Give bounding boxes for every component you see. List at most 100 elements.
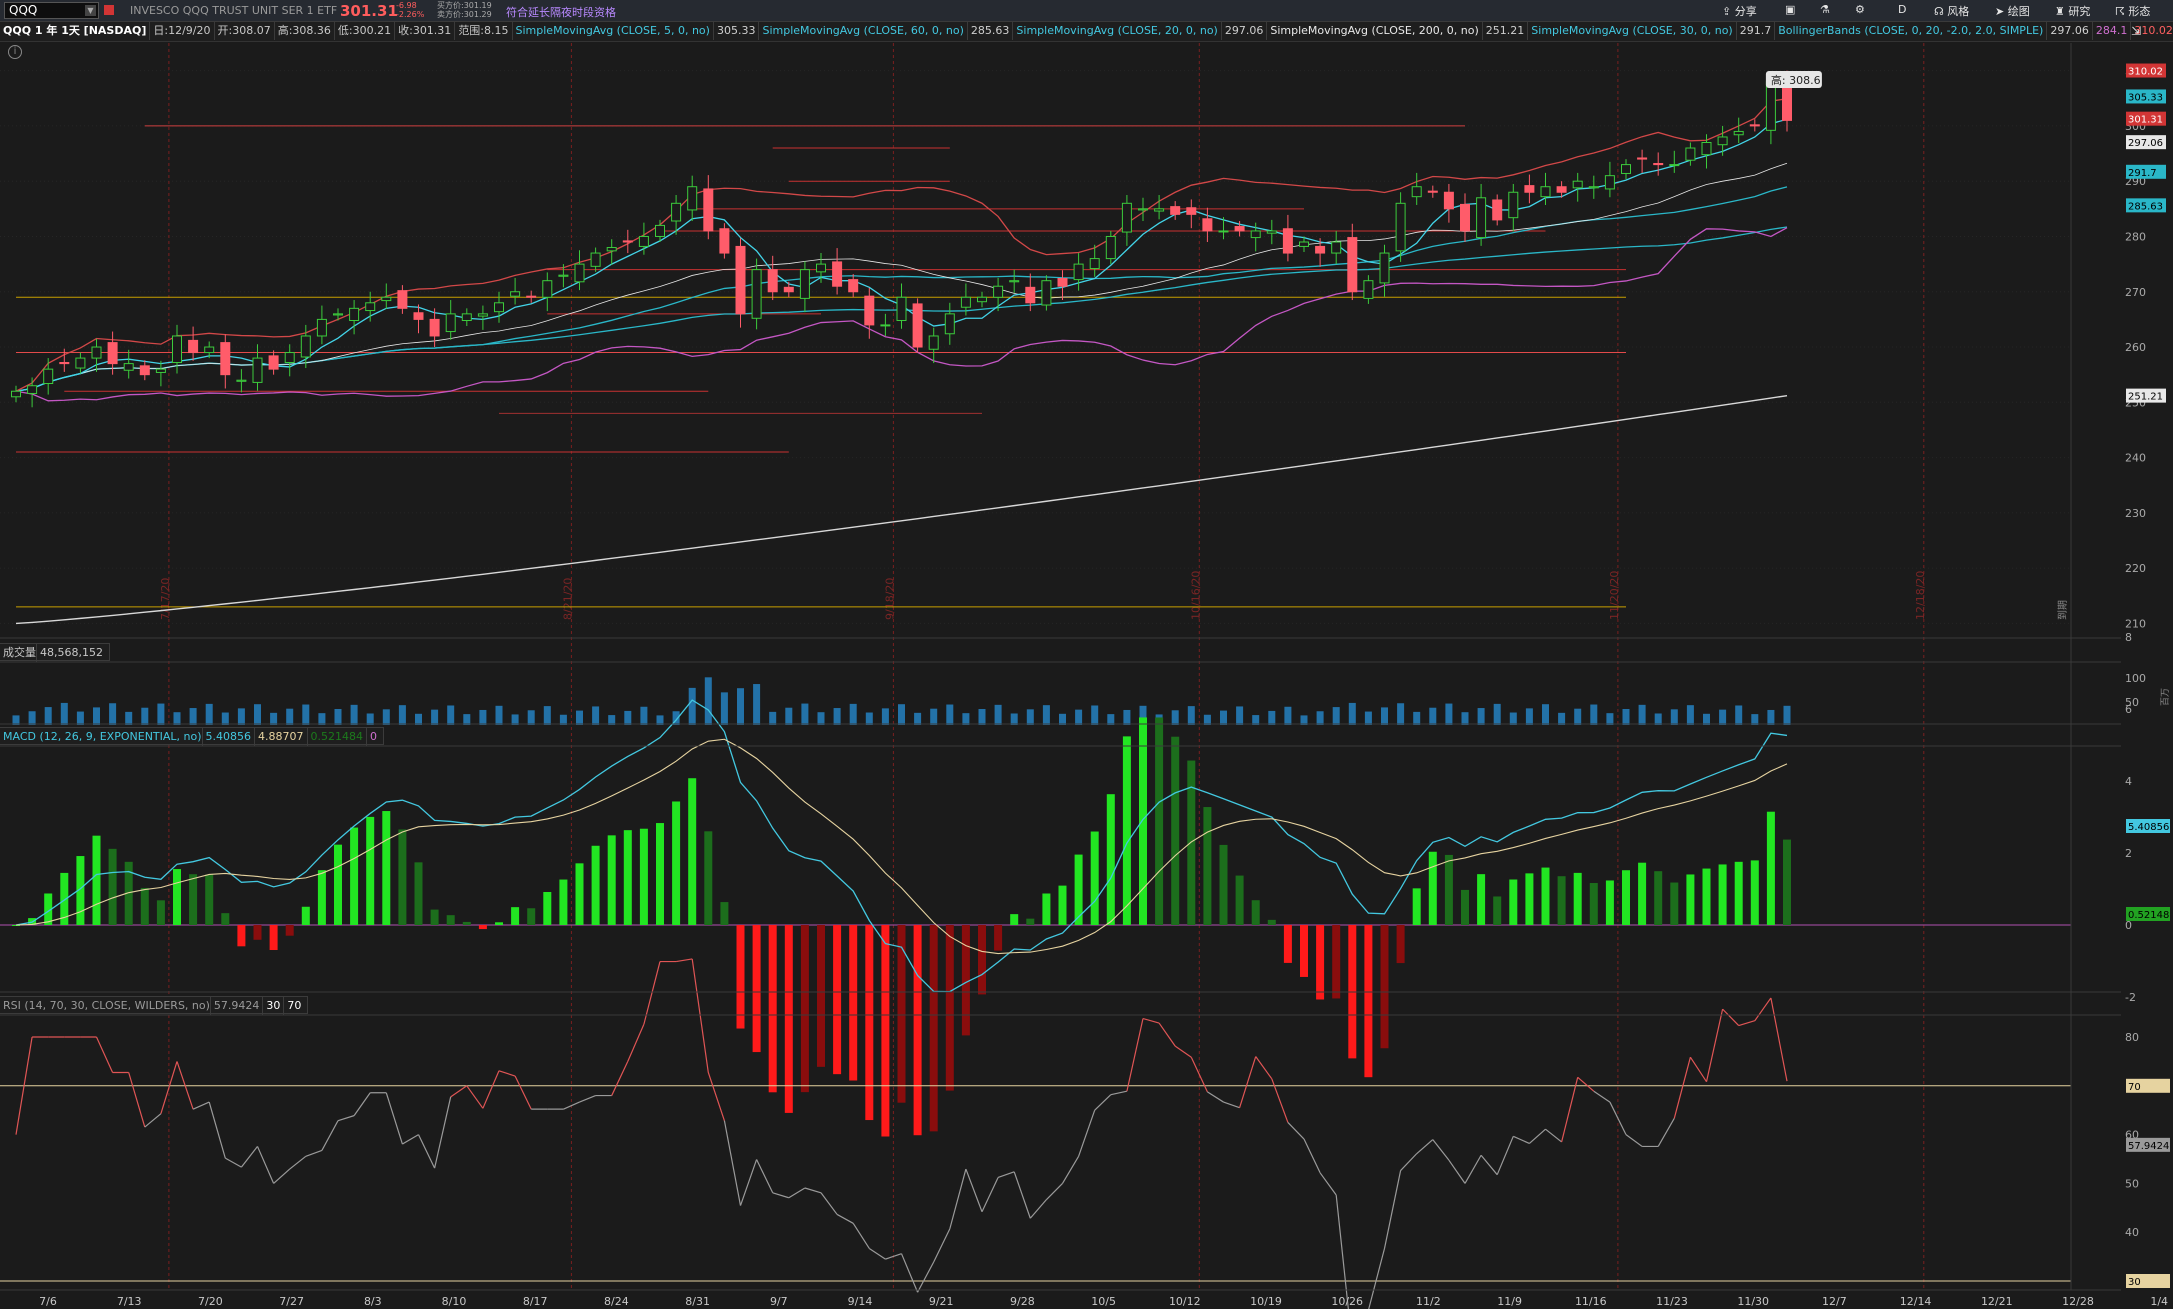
volume-bar [366, 713, 374, 725]
candle-body [1105, 235, 1116, 260]
volume-bar [141, 707, 149, 725]
rsi-segment [1657, 1118, 1675, 1147]
info-icon[interactable]: i [8, 45, 22, 59]
volume-bar [1236, 706, 1244, 725]
macd-histogram-bar [108, 848, 117, 925]
macd-diff: 0.521484 [306, 728, 367, 746]
candle-body [606, 247, 617, 252]
rsi-segment [1094, 1094, 1112, 1111]
expiry-vline-label: 12/18/20 [1914, 571, 1927, 620]
macd-histogram-bar [849, 925, 858, 1081]
rsi-segment [836, 1213, 854, 1224]
rsi-segment [820, 1192, 838, 1215]
volume-bar [1429, 707, 1437, 725]
volume-bar [1348, 702, 1356, 725]
candle-body [1009, 280, 1020, 283]
rsi-segment [385, 1092, 403, 1145]
candle-body [1476, 197, 1487, 239]
volume-bar [688, 687, 696, 725]
volume-unit: 百万 [2160, 688, 2171, 706]
last-price-bubble: 301.31 [2128, 115, 2163, 126]
macd-value-bubble: 5.40856 [2128, 822, 2169, 833]
rsi-segment [1496, 1136, 1514, 1175]
macd-histogram-bar [672, 801, 681, 925]
rsi-segment [1045, 1182, 1063, 1201]
macd-histogram-bar [736, 925, 745, 1029]
price-tick-label: 280 [2125, 230, 2146, 243]
chart-canvas[interactable]: 7/17/20 8/21/20 9/18/20 10/16/20 11/20/20 12/… [0, 0, 2173, 1309]
volume-bar [60, 702, 68, 725]
date-axis-label: 8/31 [685, 1295, 710, 1308]
rsi-segment [321, 1120, 339, 1151]
rsi-segment [611, 1061, 629, 1096]
macd-histogram-bar [994, 925, 1003, 951]
date-axis-label: 10/12 [1169, 1295, 1201, 1308]
macd-histogram-bar [1380, 925, 1389, 1049]
candle-body [896, 296, 907, 321]
candle-body [1637, 157, 1648, 160]
macd-histogram-bar [1541, 867, 1550, 925]
macd-histogram-bar [478, 925, 487, 930]
macd-histogram-bar [1702, 868, 1711, 925]
candle-body [1266, 230, 1277, 234]
macd-histogram-bar [1428, 851, 1437, 925]
volume-bar [463, 714, 471, 725]
rsi-segment [1705, 1008, 1724, 1082]
rsi-segment [1738, 1020, 1755, 1027]
macd-histogram-bar [800, 925, 809, 1093]
rsi-tick-label: 50 [2125, 1177, 2139, 1190]
rsi-segment [95, 1036, 114, 1073]
sma5-line [15, 118, 1788, 392]
candle-body [1170, 206, 1181, 215]
rsi-segment [1078, 1110, 1096, 1157]
candle-body [477, 313, 488, 317]
macd-label[interactable]: MACD (12, 26, 9, EXPONENTIAL, no) [3, 730, 202, 743]
rsi-segment [756, 1159, 774, 1194]
macd-histogram-bar [1589, 883, 1598, 925]
macd-histogram-bar [688, 778, 697, 925]
volume-bar [801, 703, 809, 725]
candle-body [123, 363, 134, 371]
macd-histogram-bar [1203, 807, 1212, 925]
volume-bar [511, 714, 519, 725]
macd-histogram-bar [156, 900, 165, 925]
volume-bar [1606, 713, 1614, 725]
volume-bar [1542, 704, 1549, 725]
rsi-segment [1513, 1135, 1530, 1145]
rsi-segment [1126, 1018, 1144, 1092]
volume-bar [318, 713, 326, 725]
macd-histogram-bar [1686, 874, 1695, 925]
volume-label: 成交量 [3, 646, 36, 659]
volume-bar [737, 688, 744, 725]
rsi-segment [997, 1171, 1015, 1179]
volume-bar [1413, 711, 1421, 725]
macd-histogram-bar [1525, 873, 1534, 925]
date-axis-label: 10/19 [1250, 1295, 1282, 1308]
volume-bar [753, 684, 761, 725]
candle-body [735, 245, 746, 315]
rsi-label[interactable]: RSI (14, 70, 30, CLOSE, WILDERS, no) [3, 999, 210, 1012]
rsi-segment [707, 1072, 725, 1121]
volume-bar [576, 710, 583, 725]
macd-histogram-bar [945, 925, 954, 1091]
volume-bar [1316, 711, 1324, 725]
rsi-value-bubble: 57.9424 [2128, 1141, 2169, 1152]
candle-body [494, 302, 504, 313]
macd-histogram-bar [720, 902, 729, 925]
candle-body [107, 342, 118, 365]
volume-bar [543, 706, 551, 725]
sma200-line [15, 394, 1788, 625]
macd-histogram-bar [1461, 889, 1469, 925]
volume-bar [125, 711, 133, 725]
rsi-segment [627, 1024, 645, 1062]
date-axis-label: 7/13 [117, 1295, 142, 1308]
rsi-segment [1174, 1045, 1192, 1058]
candle-body [1524, 185, 1535, 193]
candle-body [365, 302, 376, 312]
rsi-segment [498, 1070, 516, 1077]
rsi-tick-label: 80 [2125, 1031, 2139, 1044]
volume-bar [1220, 710, 1227, 725]
macd-histogram-bar [1219, 844, 1228, 925]
sma200-bubble: 251.21 [2128, 392, 2163, 403]
expiry-vline-label: 7/17/20 [159, 578, 172, 620]
